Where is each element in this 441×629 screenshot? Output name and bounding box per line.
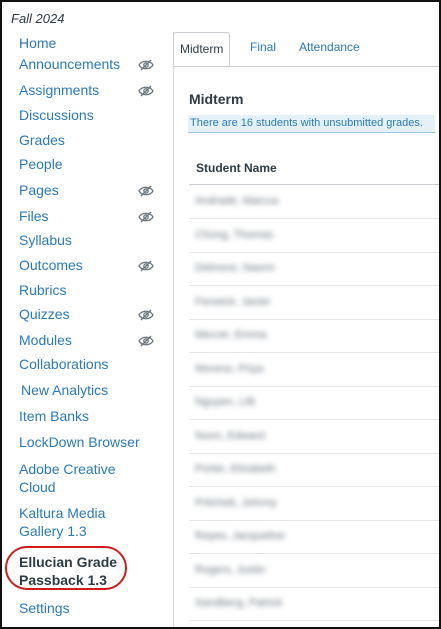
table-row: Andrade, Marcus: [189, 185, 439, 219]
sidebar-item-settings[interactable]: Settings: [19, 599, 70, 617]
course-navigation: Home Announcements Assignments Discussions G…: [2, 2, 167, 627]
sidebar-item-discussions[interactable]: Discussions: [19, 106, 94, 124]
tab-attendance[interactable]: Attendance: [299, 40, 360, 54]
student-name: Andrade, Marcus: [195, 195, 279, 207]
hidden-eye-icon: [138, 210, 154, 223]
hidden-eye-icon: [138, 184, 154, 197]
sidebar-item-announcements[interactable]: Announcements: [19, 55, 120, 73]
hidden-eye-icon: [138, 259, 154, 272]
highlight-annotation: [5, 546, 127, 590]
tab-midterm[interactable]: Midterm: [173, 32, 231, 66]
table-row: Delmore, Naomi: [189, 252, 439, 286]
table-row: Rogers, Justin: [189, 554, 439, 588]
table-row: Sandberg, Patrick: [189, 587, 439, 621]
sidebar-item-syllabus[interactable]: Syllabus: [19, 231, 72, 249]
student-name: Delmore, Naomi: [195, 262, 275, 274]
student-name: Rogers, Justin: [195, 563, 266, 576]
table-row: Fenwick, Javier: [189, 286, 439, 320]
student-name: Sandberg, Patrick: [195, 597, 283, 609]
student-name: Chung, Thomas: [195, 228, 274, 241]
table-row: Moreno, Priya: [189, 353, 439, 387]
student-name: Nguyen, Lilli: [195, 396, 255, 408]
table-row: Mercer, Emma: [189, 319, 439, 353]
section-title: Midterm: [189, 91, 244, 107]
hidden-eye-icon: [138, 334, 154, 347]
sidebar-item-rubrics[interactable]: Rubrics: [19, 281, 66, 299]
student-name: Pritchett, Johnny: [195, 496, 277, 509]
hidden-eye-icon: [138, 84, 154, 97]
hidden-eye-icon: [138, 308, 154, 321]
sidebar-item-adobe-creative-cloud[interactable]: Adobe Creative Cloud: [19, 460, 134, 496]
column-header-student-name[interactable]: Student Name: [196, 161, 277, 175]
sidebar-item-collaborations[interactable]: Collaborations: [19, 355, 109, 373]
student-name: Moreno, Priya: [195, 362, 264, 375]
table-row: Nguyen, Lilli: [189, 386, 439, 420]
content-divider: [173, 32, 174, 627]
table-header: Student Name: [189, 152, 439, 185]
sidebar-item-assignments[interactable]: Assignments: [19, 81, 99, 99]
sidebar-item-people[interactable]: People: [19, 155, 63, 173]
table-row: Reyes, Jacqueline: [189, 520, 439, 554]
sidebar-item-modules[interactable]: Modules: [19, 331, 72, 349]
sidebar-item-item-banks[interactable]: Item Banks: [19, 407, 89, 425]
student-name: Mercer, Emma: [195, 329, 267, 341]
table-row: Porter, Elizabeth: [189, 453, 439, 487]
sidebar-item-pages[interactable]: Pages: [19, 181, 59, 199]
table-row: Pritchett, Johnny: [189, 487, 439, 521]
sidebar-item-kaltura-media-gallery-1-3[interactable]: Kaltura Media Gallery 1.3: [19, 504, 134, 540]
table-row: Nunn, Edward: [189, 420, 439, 454]
course-window: Fall 2024 Home Announcements Assignments Di…: [0, 0, 441, 629]
unsubmitted-alert: There are 16 students with unsubmitted g…: [188, 115, 435, 133]
sidebar-item-grades[interactable]: Grades: [19, 131, 65, 149]
tab-final[interactable]: Final: [250, 40, 276, 54]
sidebar-item-lockdown-browser[interactable]: LockDown Browser: [19, 433, 140, 451]
sidebar-item-outcomes[interactable]: Outcomes: [19, 256, 83, 274]
sidebar-item-files[interactable]: Files: [19, 207, 49, 225]
student-name: Porter, Elizabeth: [195, 463, 276, 475]
sidebar-item-home[interactable]: Home: [19, 34, 56, 52]
grade-tabs: Midterm Final Attendance: [173, 32, 439, 67]
student-name: Reyes, Jacqueline: [195, 530, 285, 542]
student-name: Fenwick, Javier: [195, 295, 271, 308]
student-name: Nunn, Edward: [195, 429, 265, 442]
sidebar-item-new-analytics[interactable]: New Analytics: [21, 381, 108, 399]
hidden-eye-icon: [138, 58, 154, 71]
table-row: Chung, Thomas: [189, 219, 439, 253]
sidebar-item-quizzes[interactable]: Quizzes: [19, 305, 70, 323]
